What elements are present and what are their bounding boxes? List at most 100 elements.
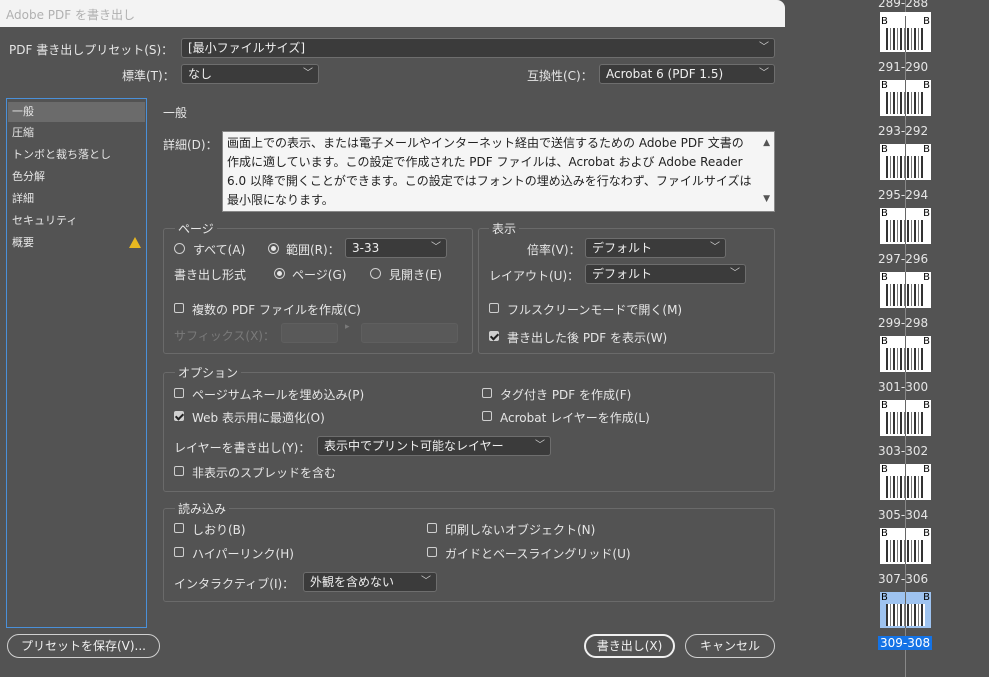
multi-file-checkbox[interactable]	[174, 303, 184, 313]
page-label[interactable]: 305-304	[878, 508, 928, 522]
range-label: 範囲(R)：	[286, 243, 340, 257]
zoom-select[interactable]: デフォルト ﹀	[585, 238, 726, 258]
master-letter: B	[923, 528, 930, 539]
spreads-radio[interactable]	[370, 268, 381, 279]
page-label[interactable]: 309-308	[878, 636, 933, 650]
warning-icon	[129, 237, 141, 248]
sidebar-item-compression[interactable]: 圧縮	[8, 123, 145, 143]
export-layers-label: レイヤーを書き出し(Y)：	[174, 441, 311, 455]
export-as-label: 書き出し形式	[174, 268, 247, 282]
nonprint-label: 印刷しないオブジェクト(N)	[445, 523, 596, 537]
master-letter: B	[923, 80, 930, 91]
page-thumbnail[interactable]: BB	[880, 528, 931, 564]
thumbnails-checkbox[interactable]	[174, 388, 184, 398]
sidebar-item-output[interactable]: 色分解	[8, 167, 145, 187]
page-label[interactable]: 307-306	[878, 572, 928, 586]
description-text: 画面上での表示、または電子メールやインターネット経由で送信するための Adobe…	[227, 136, 752, 207]
zoom-value: デフォルト	[592, 241, 653, 255]
master-letter: B	[923, 400, 930, 411]
all-pages-radio[interactable]	[174, 243, 185, 254]
suffix-label: サフィックス(X)：	[174, 329, 275, 343]
hidden-spreads-checkbox[interactable]	[174, 466, 184, 476]
description-label: 詳細(D)：	[163, 138, 218, 152]
master-letter: B	[923, 208, 930, 219]
preset-label: PDF 書き出しプリセット(S)：	[9, 43, 174, 57]
master-letter: B	[923, 592, 930, 603]
hyperlinks-checkbox[interactable]	[174, 547, 184, 557]
master-letter: B	[881, 272, 888, 283]
page-label[interactable]: 293-292	[878, 124, 928, 138]
master-letter: B	[881, 336, 888, 347]
web-optimize-label: Web 表示用に最適化(O)	[192, 411, 325, 425]
page-thumbnail[interactable]: BB	[880, 592, 931, 628]
scroll-down-icon[interactable]: ▼	[763, 190, 770, 209]
view-after-export-checkbox[interactable]	[489, 331, 499, 341]
cancel-button[interactable]: キャンセル	[685, 634, 775, 658]
suffix-preview	[361, 323, 458, 343]
layout-value: デフォルト	[592, 267, 653, 281]
pages-group-title: ページ	[175, 220, 217, 237]
compat-select[interactable]: Acrobat 6 (PDF 1.5) ﹀	[599, 64, 775, 84]
bookmarks-checkbox[interactable]	[174, 523, 184, 533]
description-textarea[interactable]: 画面上での表示、または電子メールやインターネット経由で送信するための Adobe…	[222, 131, 775, 212]
master-letter: B	[881, 144, 888, 155]
web-optimize-checkbox[interactable]	[174, 411, 184, 421]
range-combobox[interactable]: 3-33 ﹀	[345, 238, 447, 258]
page-thumbnail[interactable]: BB	[880, 16, 931, 52]
page-label[interactable]: 291-290	[878, 60, 928, 74]
include-group-title: 読み込み	[175, 500, 230, 517]
pages-radio[interactable]	[274, 268, 285, 279]
interactive-label: インタラクティブ(I)：	[174, 577, 295, 591]
save-preset-button[interactable]: プリセットを保存(V)...	[7, 634, 160, 658]
page-thumbnail[interactable]: BB	[880, 336, 931, 372]
nonprint-checkbox[interactable]	[427, 523, 437, 533]
export-button[interactable]: 書き出し(X)	[584, 634, 675, 658]
guides-label: ガイドとベースライングリッド(U)	[445, 547, 631, 561]
spread-spine	[905, 336, 906, 372]
page-thumbnail[interactable]: BB	[880, 464, 931, 500]
page-label[interactable]: 289-288	[878, 0, 928, 10]
sidebar-item-summary[interactable]: 概要	[8, 233, 145, 253]
page-label[interactable]: 301-300	[878, 380, 928, 394]
guides-checkbox[interactable]	[427, 547, 437, 557]
chevron-down-icon: ﹀	[730, 268, 740, 279]
spread-spine	[905, 144, 906, 180]
master-letter: B	[881, 592, 888, 603]
interactive-select[interactable]: 外観を含めない ﹀	[303, 572, 437, 592]
export-layers-select[interactable]: 表示中でプリント可能なレイヤー ﹀	[317, 436, 551, 456]
page-label[interactable]: 303-302	[878, 444, 928, 458]
compat-label: 互換性(C)：	[527, 69, 593, 83]
chevron-right-icon: ▸	[345, 322, 350, 332]
page-thumbnail[interactable]: BB	[880, 208, 931, 244]
page-thumbnail[interactable]: BB	[880, 400, 931, 436]
standard-select[interactable]: なし ﹀	[181, 64, 319, 84]
page-label[interactable]: 299-298	[878, 316, 928, 330]
fullscreen-checkbox[interactable]	[489, 303, 499, 313]
export-pdf-dialog: Adobe PDF を書き出し PDF 書き出しプリセット(S)： [最小ファイ…	[0, 0, 785, 677]
master-letter: B	[881, 464, 888, 475]
preset-select[interactable]: [最小ファイルサイズ] ﹀	[181, 38, 775, 58]
sidebar-item-security[interactable]: セキュリティ	[8, 211, 145, 231]
sidebar-item-marks-bleeds[interactable]: トンボと裁ち落とし	[8, 145, 145, 165]
layout-select[interactable]: デフォルト ﹀	[585, 264, 746, 284]
page-thumbnail[interactable]: BB	[880, 144, 931, 180]
page-label[interactable]: 295-294	[878, 188, 928, 202]
page-label[interactable]: 297-296	[878, 252, 928, 266]
sidebar-item-general[interactable]: 一般	[8, 102, 145, 122]
spreads-radio-label: 見開き(E)	[389, 268, 442, 282]
tagged-pdf-checkbox[interactable]	[482, 388, 492, 398]
sidebar-item-advanced[interactable]: 詳細	[8, 189, 145, 209]
chevron-down-icon: ﹀	[535, 440, 545, 451]
acrobat-layers-checkbox[interactable]	[482, 411, 492, 421]
range-radio[interactable]	[268, 243, 279, 254]
spread-spine	[905, 592, 906, 628]
page-thumbnail[interactable]: BB	[880, 80, 931, 116]
scroll-up-icon[interactable]: ▲	[763, 134, 770, 153]
title-bar[interactable]: Adobe PDF を書き出し	[0, 0, 785, 27]
compat-value: Acrobat 6 (PDF 1.5)	[606, 67, 724, 81]
chevron-down-icon: ﹀	[710, 242, 720, 253]
suffix-input[interactable]	[281, 323, 338, 343]
master-letter: B	[881, 528, 888, 539]
page-thumbnail[interactable]: BB	[880, 272, 931, 308]
chevron-down-icon: ﹀	[759, 42, 769, 53]
